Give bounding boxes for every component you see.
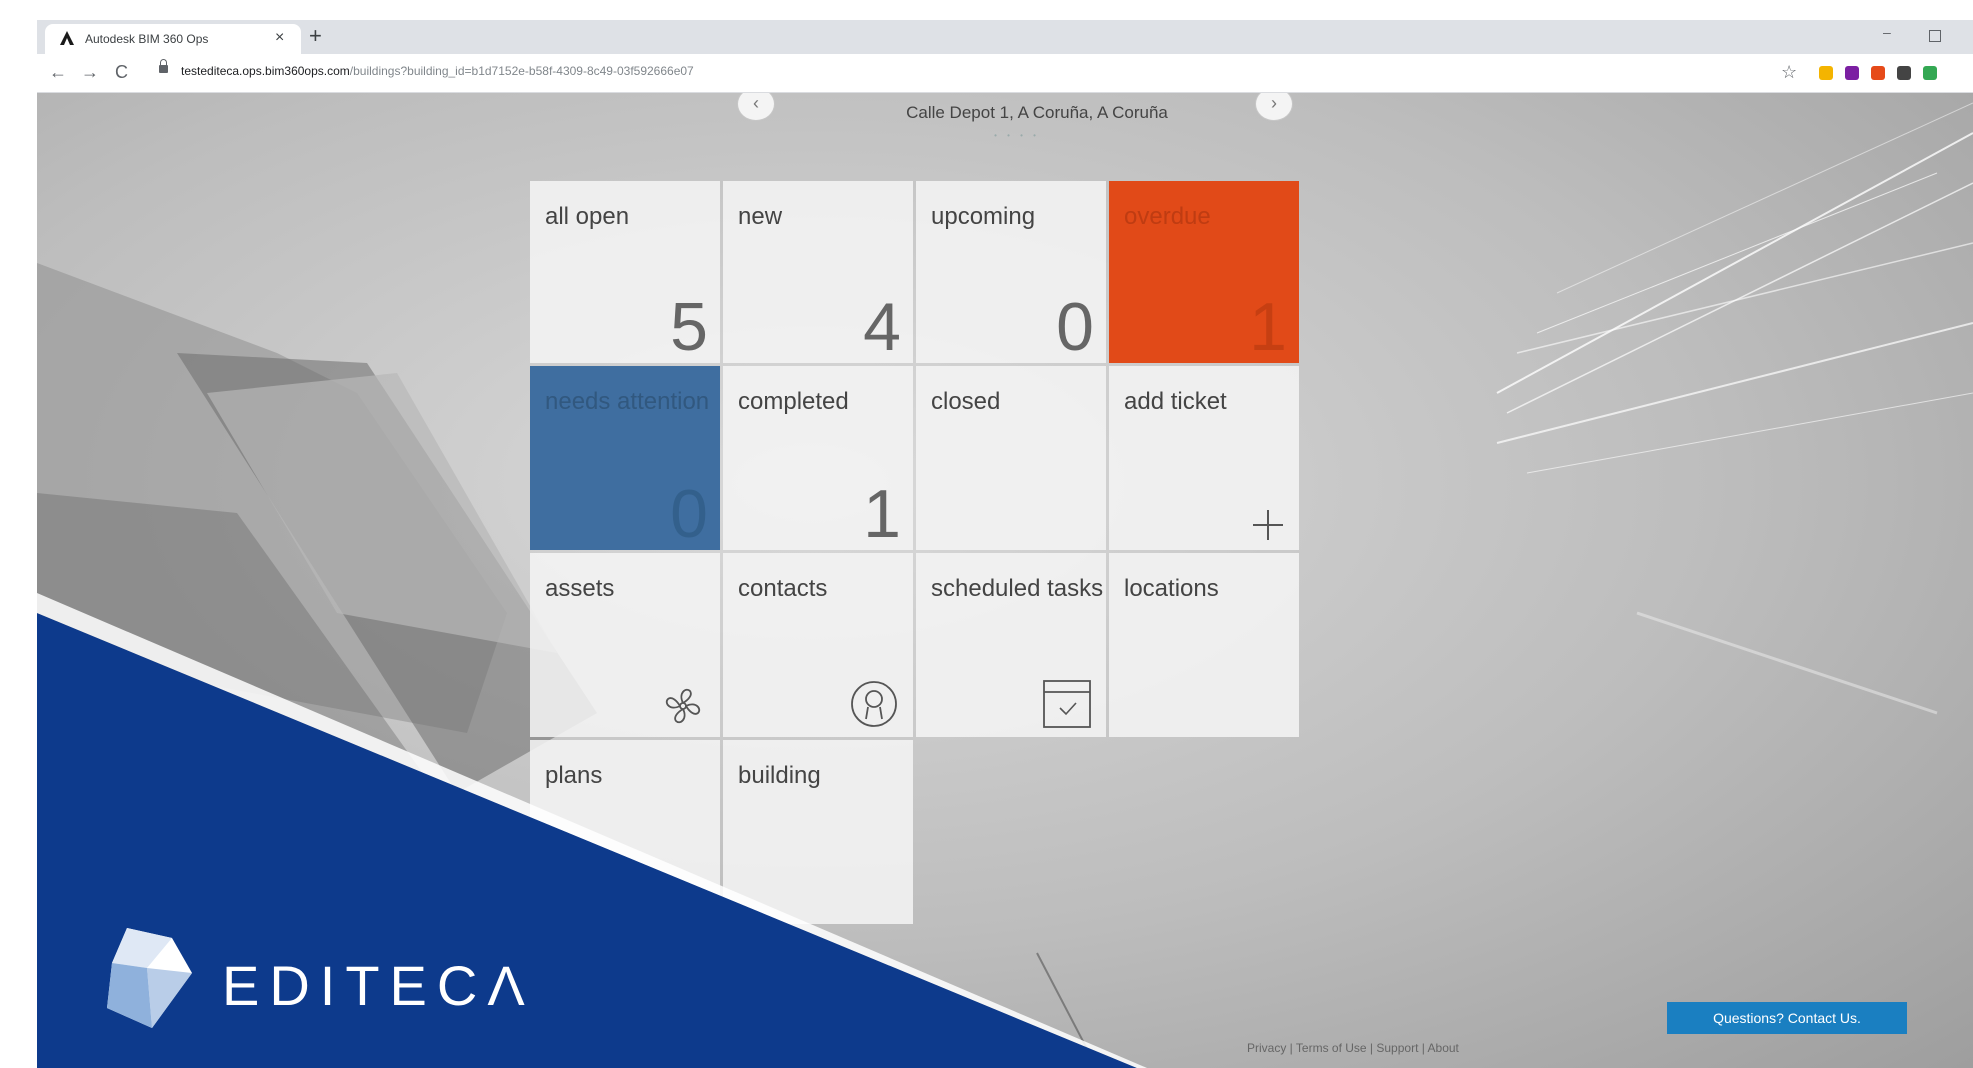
reload-icon[interactable]: C xyxy=(115,62,128,83)
url-path: /buildings?building_id=b1d7152e-b58f-430… xyxy=(349,64,694,78)
editeca-wordmark: EDITECΛ xyxy=(222,954,535,1017)
extensions-puzzle-icon[interactable] xyxy=(1897,66,1911,80)
browser-tab[interactable]: Autodesk BIM 360 Ops × xyxy=(45,24,301,54)
tab-title: Autodesk BIM 360 Ops xyxy=(85,32,209,46)
page-viewport: Calle Depot 1, A Coruña, A Coruña • • • … xyxy=(37,93,1973,1068)
new-tab-button[interactable]: + xyxy=(309,24,322,48)
extension-icon-3[interactable] xyxy=(1871,66,1885,80)
tab-strip: Autodesk BIM 360 Ops × + – xyxy=(37,20,1973,54)
lock-icon xyxy=(159,59,168,73)
url-domain: testediteca.ops.bim360ops.com xyxy=(181,64,350,78)
extension-icon-4[interactable] xyxy=(1923,66,1937,80)
address-bar[interactable]: testediteca.ops.bim360ops.com/buildings?… xyxy=(181,64,694,78)
brand-watermark-band xyxy=(37,593,1147,1068)
browser-window: Autodesk BIM 360 Ops × + – ← → C testedi… xyxy=(37,20,1973,1068)
autodesk-logo-icon xyxy=(60,31,74,45)
forward-arrow-icon[interactable]: → xyxy=(81,62,99,83)
maximize-button[interactable] xyxy=(1929,30,1941,42)
bookmark-star-icon[interactable]: ☆ xyxy=(1781,62,1797,83)
minimize-button[interactable]: – xyxy=(1883,24,1891,40)
tab-close-icon[interactable]: × xyxy=(275,29,284,47)
back-arrow-icon[interactable]: ← xyxy=(49,62,67,83)
extension-icon-2[interactable] xyxy=(1845,66,1859,80)
editeca-logo-icon xyxy=(107,928,192,1028)
extension-icon-1[interactable] xyxy=(1819,66,1833,80)
browser-toolbar: ← → C testediteca.ops.bim360ops.com/buil… xyxy=(37,54,1973,93)
